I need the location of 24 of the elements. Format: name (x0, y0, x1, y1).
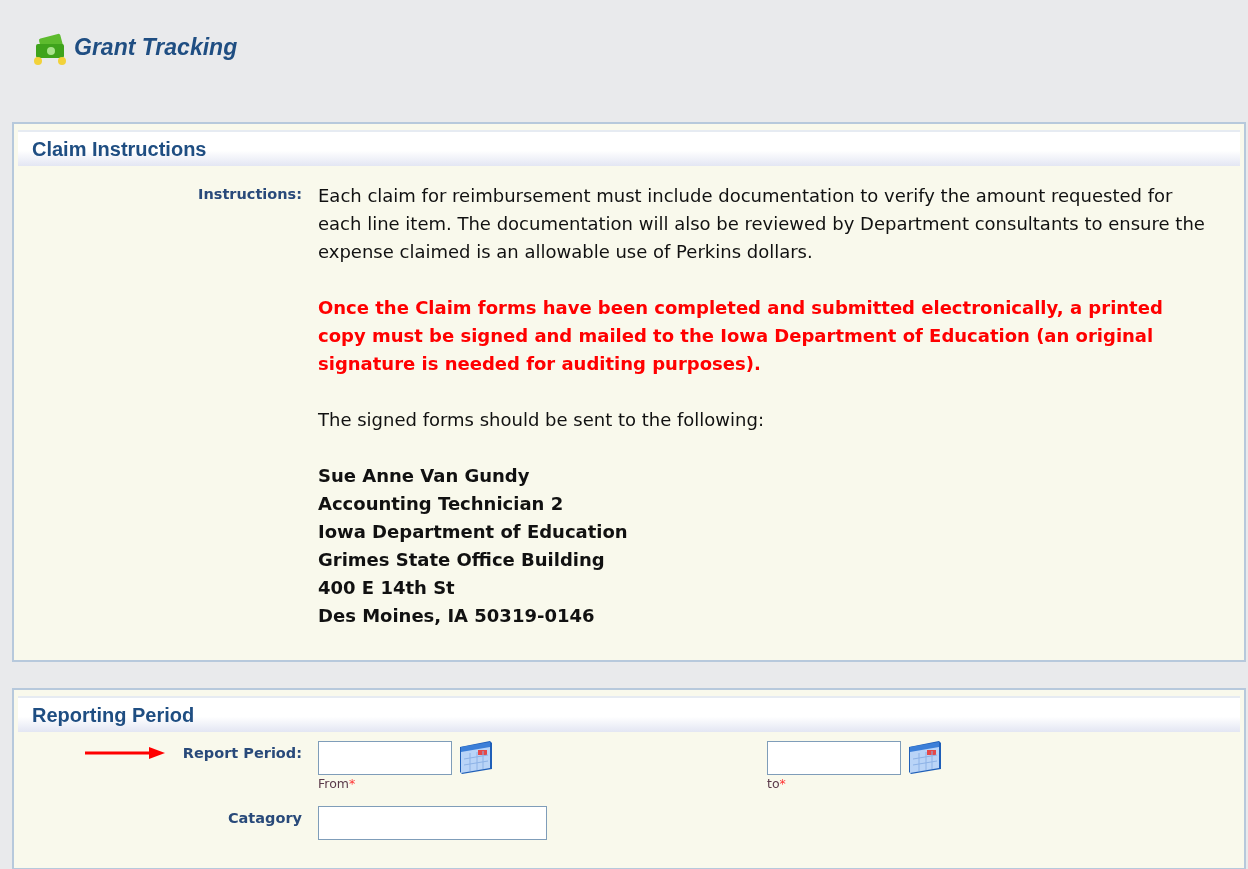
section-title: Reporting Period (32, 703, 195, 728)
instruction-text: The signed forms should be sent to the following: (318, 408, 765, 432)
field-label: Report Period: (182, 744, 302, 763)
section-title: Claim Instructions (32, 137, 207, 162)
date-field[interactable] (318, 741, 452, 775)
address-line: Grimes State Office Building (318, 548, 606, 572)
address-line: Iowa Department of Education (318, 520, 629, 544)
required-mark: * (779, 776, 786, 791)
address-line: Accounting Technician 2 (318, 492, 565, 516)
text-field[interactable] (318, 805, 547, 840)
field-label: Instructions: (198, 186, 302, 202)
warning-text: Once the Claim forms have been completed and submitted electronically, a printed copy must be signed and mailed to the Iowa Department of Education (an original signature is needed for auditing purposes). (318, 296, 1164, 376)
address-line: Sue Anne Van Gundy (318, 464, 531, 488)
field-caption: to (767, 776, 780, 791)
address-line: 400 E 14th St (318, 576, 456, 600)
address-line: Des Moines, IA 50319-0146 (318, 604, 596, 628)
date-field[interactable] (767, 741, 901, 775)
field-label: Catagory (227, 808, 302, 828)
instruction-text: Each claim for reimbursement must include documentation to verify the amount requested for each line item. The documentation will also be reviewed by Department consultants to ensure the expense claimed is an allowable use of Perkins dollars. (318, 184, 1206, 264)
field-caption: From (318, 776, 349, 791)
calendar-icon[interactable] (907, 739, 943, 775)
required-mark: * (349, 776, 356, 791)
calendar-icon[interactable] (458, 739, 494, 775)
app-title: Grant Tracking (74, 33, 238, 62)
